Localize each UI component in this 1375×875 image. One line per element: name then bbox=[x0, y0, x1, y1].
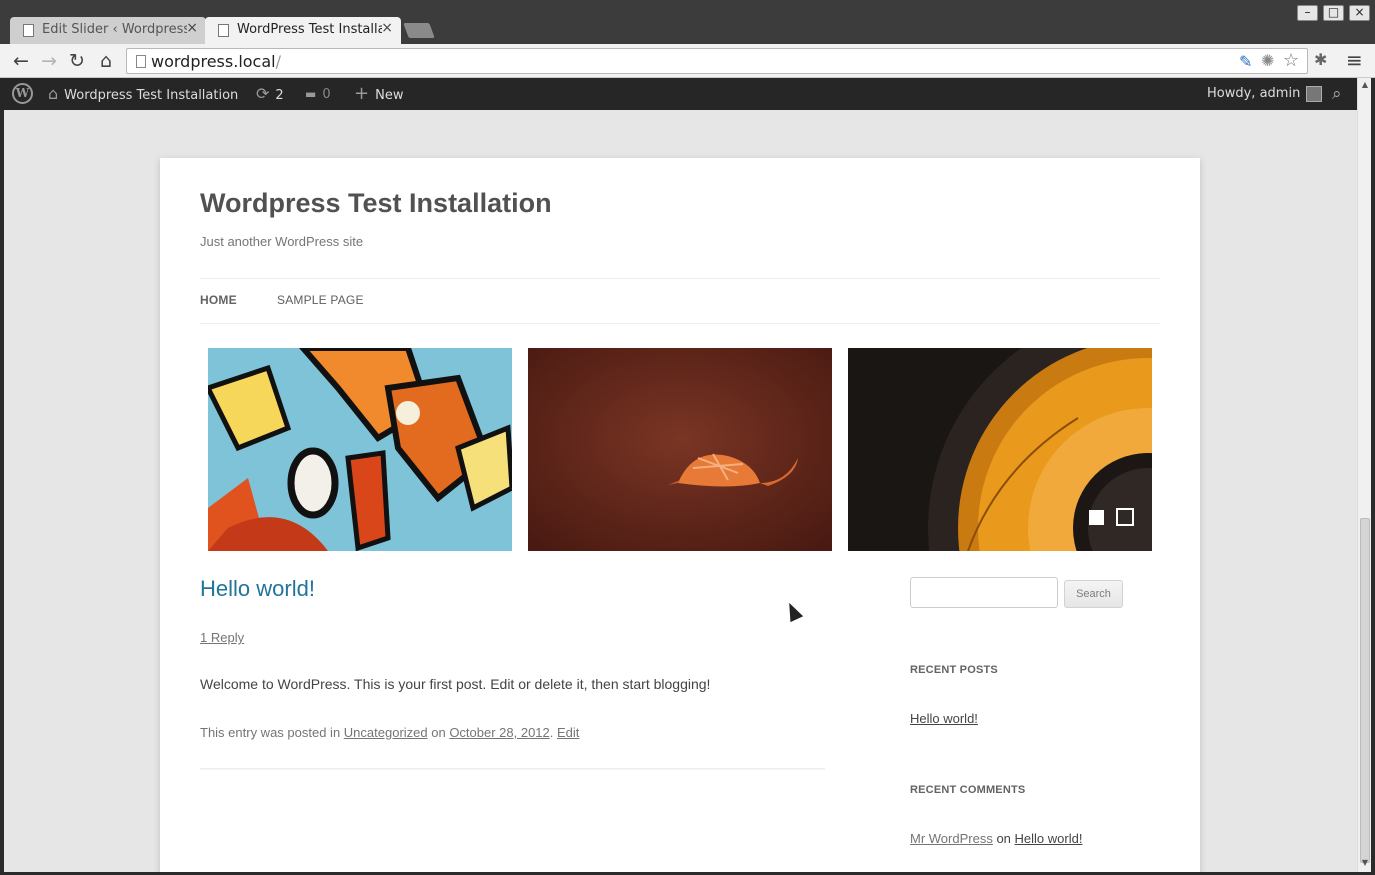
site-description: Just another WordPress site bbox=[200, 234, 364, 249]
tools-extension-icon[interactable]: ✱ bbox=[1314, 50, 1327, 69]
close-icon[interactable]: × bbox=[186, 20, 198, 36]
minimize-button[interactable]: – bbox=[1297, 5, 1318, 21]
edit-link[interactable]: Edit bbox=[557, 725, 579, 740]
post-content: Welcome to WordPress. This is your first… bbox=[200, 676, 711, 692]
search-input[interactable] bbox=[910, 577, 1058, 608]
comments-count: 0 bbox=[322, 87, 331, 102]
gear-extension-icon[interactable]: ✺ bbox=[1261, 51, 1274, 70]
scroll-up-arrow-icon[interactable]: ▲ bbox=[1360, 80, 1370, 89]
url-text[interactable]: wordpress.local/ bbox=[151, 52, 281, 71]
entry-meta: This entry was posted in Uncategorized o… bbox=[200, 725, 580, 740]
comments-icon: ▬ bbox=[305, 87, 317, 101]
reply-link[interactable]: 1 Reply bbox=[200, 630, 244, 645]
page-viewport: Wordpress Test Installation Just another… bbox=[4, 110, 1357, 872]
adminbar-comments[interactable]: ▬ 0 bbox=[305, 78, 331, 110]
slide-speaker-image[interactable] bbox=[848, 348, 1152, 551]
updates-icon: ⟳ bbox=[256, 84, 270, 103]
reload-button[interactable]: ↻ bbox=[65, 49, 89, 73]
nav-item-home[interactable]: HOME bbox=[200, 293, 237, 307]
plus-icon: + bbox=[354, 83, 370, 104]
recent-posts-title: RECENT POSTS bbox=[910, 664, 998, 676]
menu-icon[interactable]: ≡ bbox=[1346, 48, 1363, 72]
slider-dot-1[interactable] bbox=[1089, 510, 1104, 525]
slide-armadillo-image[interactable] bbox=[528, 348, 832, 551]
tab-wordpress-test[interactable]: WordPress Test Installa × bbox=[205, 17, 401, 44]
site-container: Wordpress Test Installation Just another… bbox=[160, 158, 1200, 872]
address-bar[interactable]: wordpress.local/ ✎ ✺ ☆ bbox=[126, 48, 1308, 74]
new-tab-button[interactable] bbox=[403, 23, 435, 38]
category-link[interactable]: Uncategorized bbox=[344, 725, 428, 740]
tab-edit-slider[interactable]: Edit Slider ‹ Wordpress × bbox=[10, 17, 206, 44]
page-scrollbar[interactable]: ▲ ▼ bbox=[1357, 78, 1371, 872]
star-bookmark-icon[interactable]: ☆ bbox=[1283, 50, 1299, 71]
nav-item-sample-page[interactable]: SAMPLE PAGE bbox=[277, 293, 364, 307]
site-title[interactable]: Wordpress Test Installation bbox=[200, 188, 552, 219]
adminbar-search-icon[interactable]: ⌕ bbox=[1332, 78, 1342, 110]
edit-extension-icon[interactable]: ✎ bbox=[1239, 52, 1252, 71]
wordpress-logo-icon[interactable]: W bbox=[12, 83, 33, 104]
browser-toolbar: ← → ↻ ⌂ wordpress.local/ ✎ ✺ ☆ ✱ ≡ bbox=[0, 44, 1375, 78]
recent-comments-title: RECENT COMMENTS bbox=[910, 784, 1026, 796]
comment-author-link[interactable]: Mr WordPress bbox=[910, 831, 993, 846]
new-label: New bbox=[375, 88, 404, 103]
home-icon: ⌂ bbox=[48, 84, 59, 103]
forward-button[interactable]: → bbox=[37, 49, 61, 73]
adminbar-updates[interactable]: ⟳ 2 bbox=[256, 78, 284, 110]
adminbar-new[interactable]: + New bbox=[354, 78, 403, 110]
tab-label: Edit Slider ‹ Wordpress bbox=[42, 22, 187, 37]
updates-count: 2 bbox=[275, 88, 284, 103]
close-icon[interactable]: × bbox=[381, 20, 393, 36]
tab-label: WordPress Test Installa bbox=[237, 22, 382, 37]
post-title-link[interactable]: Hello world! bbox=[200, 576, 315, 602]
date-link[interactable]: October 28, 2012 bbox=[449, 725, 549, 740]
close-window-button[interactable]: × bbox=[1349, 5, 1370, 21]
page-icon bbox=[23, 24, 34, 37]
howdy-text: Howdy, admin bbox=[1207, 86, 1301, 101]
search-button[interactable]: Search bbox=[1064, 580, 1123, 608]
page-icon bbox=[218, 24, 229, 37]
maximize-button[interactable]: □ bbox=[1323, 5, 1344, 21]
recent-post-link[interactable]: Hello world! bbox=[910, 711, 978, 726]
main-navigation: HOME SAMPLE PAGE bbox=[200, 278, 1160, 324]
page-icon bbox=[136, 55, 146, 68]
browser-titlebar: Edit Slider ‹ Wordpress × WordPress Test… bbox=[0, 0, 1375, 44]
adminbar-site-link[interactable]: ⌂ Wordpress Test Installation bbox=[48, 78, 238, 110]
avatar bbox=[1306, 85, 1323, 102]
slide-graffiti-image[interactable] bbox=[208, 348, 512, 551]
slider-dot-2[interactable] bbox=[1116, 508, 1134, 526]
wp-admin-bar: W ⌂ Wordpress Test Installation ⟳ 2 ▬ 0 + Ne… bbox=[0, 78, 1357, 110]
adminbar-my-account[interactable]: Howdy, admin bbox=[1207, 78, 1323, 110]
adminbar-site-name: Wordpress Test Installation bbox=[64, 88, 239, 103]
scroll-down-arrow-icon[interactable]: ▼ bbox=[1360, 858, 1370, 867]
recent-comment-item: Mr WordPress on Hello world! bbox=[910, 831, 1083, 846]
home-button[interactable]: ⌂ bbox=[94, 49, 118, 73]
scrollbar-thumb[interactable] bbox=[1360, 518, 1370, 863]
recent-post-item: Hello world! bbox=[910, 711, 978, 726]
back-button[interactable]: ← bbox=[9, 49, 33, 73]
post-divider bbox=[200, 768, 825, 770]
comment-post-link[interactable]: Hello world! bbox=[1015, 831, 1083, 846]
